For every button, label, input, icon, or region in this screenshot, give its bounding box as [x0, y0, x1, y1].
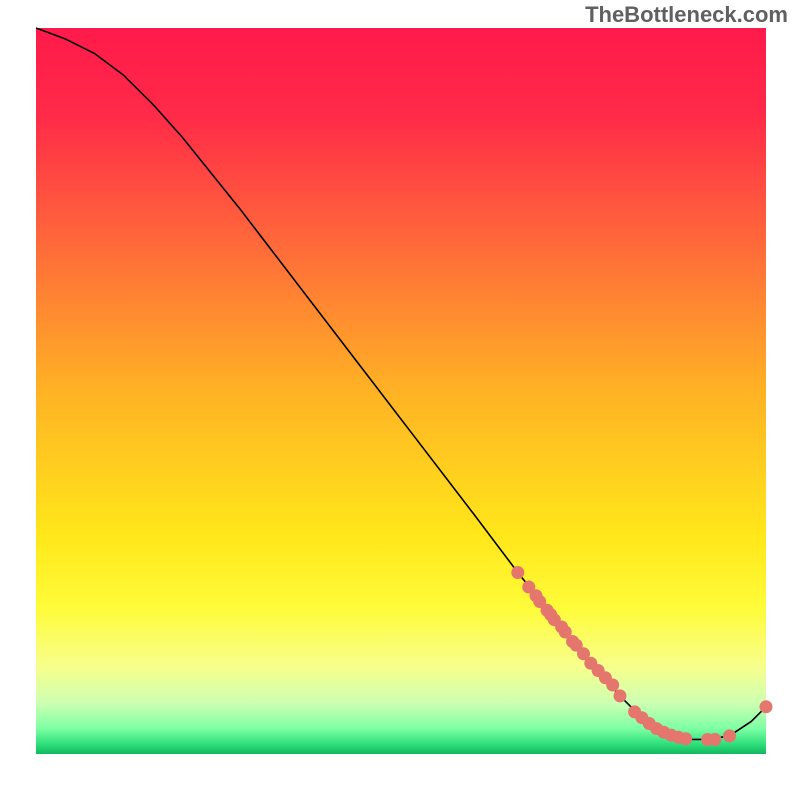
marker-dot [511, 566, 524, 579]
marker-dot [760, 700, 773, 713]
marker-dot [614, 689, 627, 702]
chart-canvas [0, 0, 800, 800]
watermark-label: TheBottleneck.com [585, 2, 788, 28]
marker-dot [723, 729, 736, 742]
marker-dot [606, 679, 619, 692]
marker-dot [708, 733, 721, 746]
plot-background [36, 28, 766, 754]
marker-dot [679, 732, 692, 745]
bottleneck-chart: TheBottleneck.com [0, 0, 800, 800]
